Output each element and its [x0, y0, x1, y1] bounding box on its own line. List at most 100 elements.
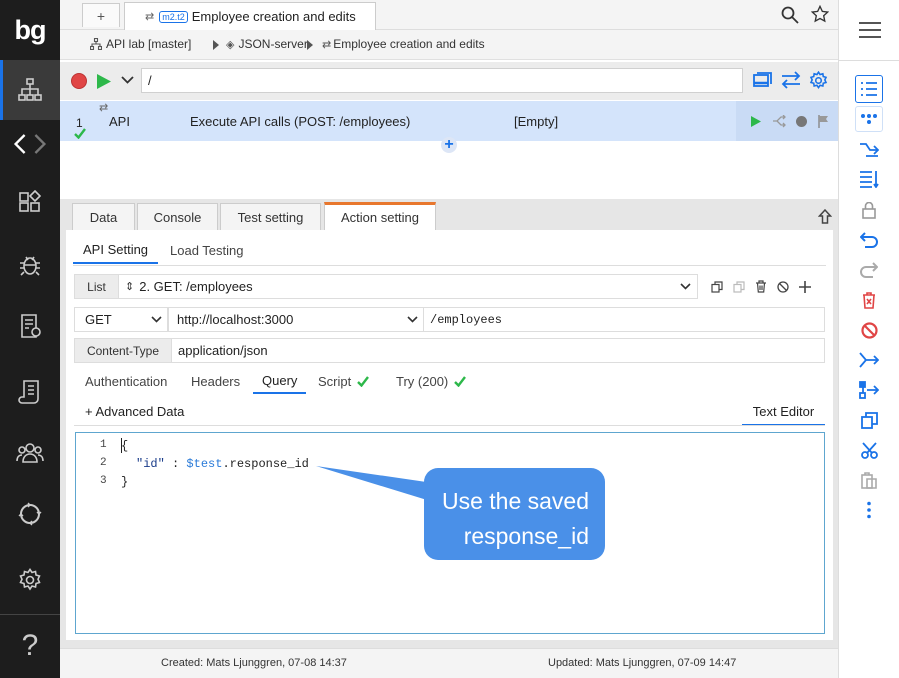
step-actions	[736, 101, 838, 141]
check-icon	[357, 375, 370, 387]
subtab-load-testing[interactable]: Load Testing	[160, 236, 254, 264]
list-label: List	[74, 274, 119, 299]
line-number: 3	[100, 475, 107, 487]
search-icon[interactable]	[780, 5, 800, 25]
tab-try[interactable]: Try (200)	[396, 368, 467, 394]
breadcrumb-item-test[interactable]: ⇄ Employee creation and edits	[322, 37, 485, 51]
step-type: API	[109, 114, 130, 129]
tab-headers[interactable]: Headers	[191, 368, 240, 394]
disable-icon[interactable]	[777, 281, 789, 293]
new-tab-button[interactable]: +	[82, 3, 120, 27]
text-editor-tab[interactable]: Text Editor	[742, 399, 825, 426]
code-line-3: }	[121, 475, 129, 489]
endpoint-path-input[interactable]: /employees	[423, 307, 825, 332]
tab-label: Data	[89, 209, 118, 225]
cut-icon[interactable]	[858, 439, 880, 461]
star-icon[interactable]	[811, 5, 829, 23]
breadcrumb-label: API lab [master]	[106, 37, 192, 51]
add-step-button[interactable]: +	[441, 137, 457, 153]
apps-icon[interactable]	[12, 184, 48, 220]
dots-icon[interactable]	[855, 106, 883, 132]
code-arrows-icon[interactable]	[12, 126, 48, 162]
run-step-icon[interactable]	[750, 115, 762, 128]
help-icon[interactable]: ?	[12, 628, 48, 664]
list-select[interactable]: ⇕ 2. GET: /employees	[118, 274, 698, 299]
subtab-api-setting[interactable]: API Setting	[73, 236, 159, 264]
list-icon[interactable]	[855, 75, 883, 103]
callout-line-1: Use the saved	[441, 488, 589, 514]
chevron-down-icon	[407, 316, 418, 323]
base-url-select[interactable]: http://localhost:3000	[168, 307, 424, 332]
step-list-area: +	[60, 137, 838, 199]
chevron-down-icon[interactable]	[121, 75, 134, 85]
paste-icon[interactable]	[858, 469, 880, 491]
branch-small-icon[interactable]	[772, 115, 786, 128]
run-bar: /	[60, 62, 838, 100]
tab-test-setting[interactable]: Test setting	[220, 203, 321, 230]
path-input[interactable]: /	[141, 68, 743, 93]
branch-icon[interactable]	[858, 139, 880, 161]
delete-icon[interactable]	[858, 289, 880, 311]
record-button[interactable]	[71, 73, 87, 89]
subtab-divider	[73, 265, 826, 266]
subtab-label: API Setting	[83, 241, 149, 257]
tab-employee-creation[interactable]: ⇄ m2.t2 Employee creation and edits	[124, 2, 376, 30]
timer-icon[interactable]	[796, 116, 807, 127]
code-variable: $test	[186, 457, 223, 471]
new-tab-label: +	[96, 7, 106, 24]
advanced-data-button[interactable]: + Advanced Data	[85, 404, 184, 419]
cube-icon: ◈	[226, 38, 235, 51]
copy-icon[interactable]	[858, 409, 880, 431]
disable-icon[interactable]	[858, 319, 880, 341]
method-value: GET	[85, 312, 112, 327]
tab-query[interactable]: Query	[253, 368, 307, 394]
created-info: Created: Mats Ljunggren, 07-08 14:37	[161, 657, 347, 669]
tab-bar: + ⇄ m2.t2 Employee creation and edits	[60, 0, 838, 30]
tab-action-setting[interactable]: Action setting	[324, 202, 436, 230]
breadcrumb-label: Employee creation and edits	[333, 37, 485, 51]
trash-icon[interactable]	[755, 280, 767, 293]
sort-icon[interactable]	[858, 168, 880, 190]
bug-icon[interactable]	[12, 246, 48, 282]
undo-icon[interactable]	[858, 229, 880, 251]
toolbar-divider	[839, 60, 899, 61]
copy-icon[interactable]	[711, 281, 723, 293]
add-icon[interactable]	[798, 280, 812, 294]
report-icon[interactable]	[12, 308, 48, 344]
tab-label: Console	[153, 209, 202, 225]
window-icon[interactable]	[753, 72, 772, 89]
line-number: 1	[100, 439, 107, 451]
tab-console[interactable]: Console	[137, 203, 218, 230]
step-row[interactable]: ⇄ 1 API Execute API calls (POST: /employ…	[60, 101, 838, 141]
tab-title: Employee creation and edits	[191, 9, 356, 24]
script-icon[interactable]	[12, 374, 48, 410]
content-type-input[interactable]: application/json	[171, 338, 825, 363]
callout-bubble: Use the saved response_id	[424, 468, 605, 560]
flag-icon[interactable]	[818, 115, 829, 128]
redo-icon[interactable]	[858, 259, 880, 281]
menu-icon[interactable]	[858, 20, 882, 40]
method-select[interactable]: GET	[74, 307, 168, 332]
tab-data[interactable]: Data	[72, 203, 135, 230]
chevron-down-icon	[151, 316, 162, 323]
sync-icon[interactable]	[12, 496, 48, 532]
hierarchy-icon[interactable]	[12, 72, 48, 108]
move-icon[interactable]	[858, 379, 880, 401]
split-icon[interactable]	[858, 349, 880, 371]
breadcrumb-item-project[interactable]: API lab [master]	[90, 37, 191, 51]
tab-script[interactable]: Script	[318, 368, 370, 394]
breadcrumb-item-server[interactable]: ◈ JSON-server	[226, 37, 308, 51]
team-icon[interactable]	[12, 434, 48, 470]
play-button[interactable]	[96, 73, 112, 90]
settings-icon[interactable]	[809, 71, 828, 90]
swap-arrows-icon[interactable]	[781, 71, 801, 89]
lock-icon[interactable]	[858, 199, 880, 221]
content-type-label: Content-Type	[74, 338, 172, 363]
more-icon[interactable]	[858, 499, 880, 521]
collapse-up-icon[interactable]	[818, 209, 832, 224]
tab-authentication[interactable]: Authentication	[85, 368, 167, 394]
tab-label: Test setting	[237, 209, 304, 225]
code-property: .response_id	[222, 457, 309, 471]
settings-icon[interactable]	[12, 562, 48, 598]
duplicate-icon[interactable]	[733, 281, 745, 293]
